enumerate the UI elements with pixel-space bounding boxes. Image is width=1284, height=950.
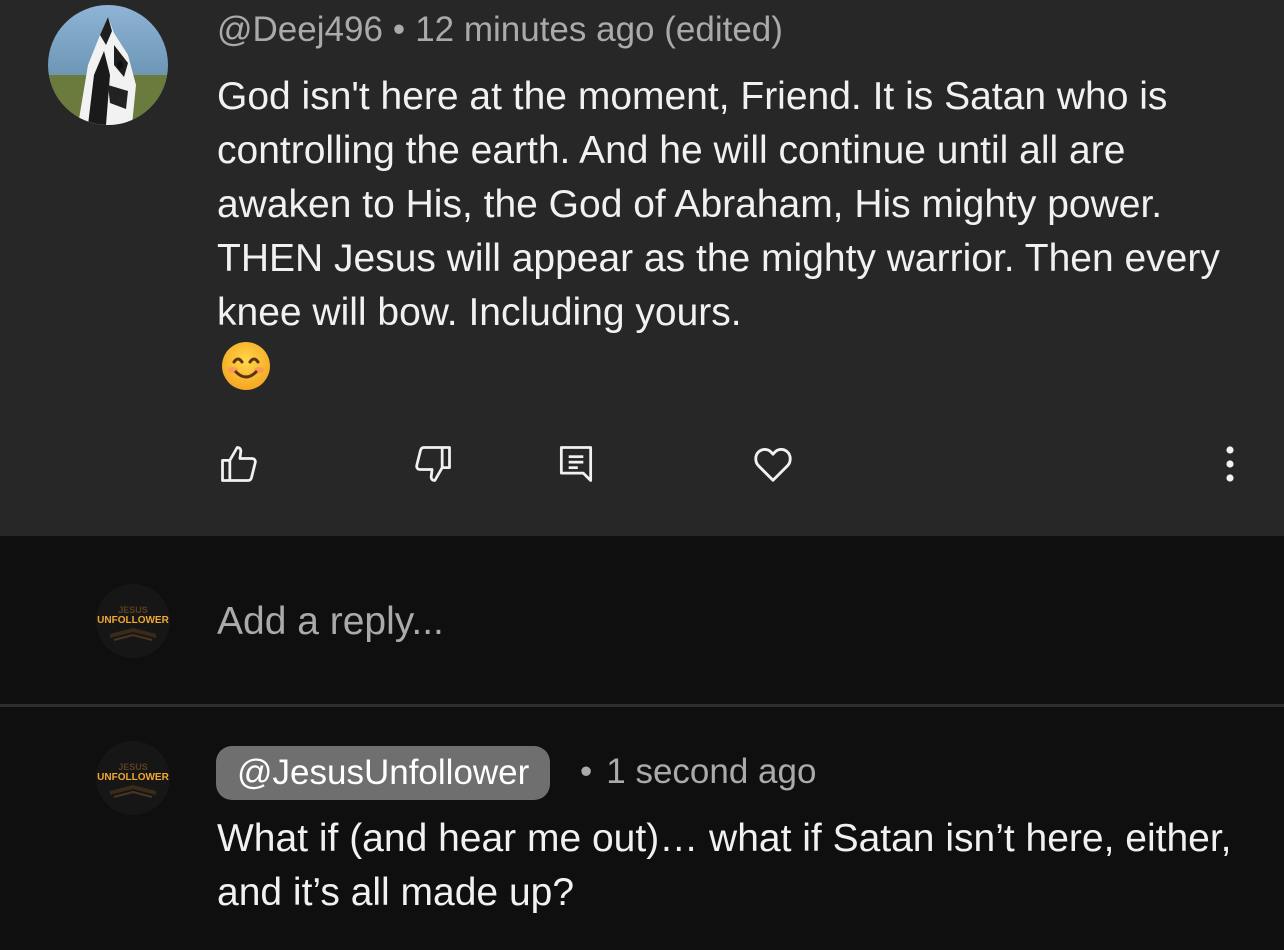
comment-card: @Deej496 • 12 minutes ago (edited) God isn… (0, 0, 1284, 536)
reply-author-handle[interactable]: @JesusUnfollower (216, 746, 551, 800)
meta-separator: • (580, 752, 593, 791)
reply-input-bar: JESUS UNFOLLOWER (0, 536, 1284, 704)
user-avatar[interactable] (48, 5, 168, 125)
svg-text:JESUS: JESUS (118, 762, 148, 772)
reply-meta: • 1 second ago (580, 752, 816, 792)
horse-avatar-image (48, 5, 168, 125)
heart-icon (754, 448, 792, 482)
comment-text: God isn't here at the moment, Friend. It… (217, 75, 1220, 334)
jesus-unfollower-logo: JESUS UNFOLLOWER (96, 741, 170, 815)
reply-comment-icon (559, 446, 593, 482)
comment-timestamp: 12 minutes ago (edited) (415, 10, 783, 49)
more-vertical-icon (1226, 446, 1234, 482)
comment-author[interactable]: @Deej496 (217, 10, 383, 49)
reply-author-avatar[interactable]: JESUS UNFOLLOWER (96, 741, 170, 815)
reply-input[interactable]: Add a reply... (217, 600, 444, 644)
smiling-face-emoji (220, 340, 272, 392)
svg-text:UNFOLLOWER: UNFOLLOWER (97, 772, 169, 783)
dislike-button[interactable] (409, 440, 457, 488)
section-divider (0, 704, 1284, 707)
svg-text:UNFOLLOWER: UNFOLLOWER (97, 615, 169, 626)
more-options-button[interactable] (1206, 440, 1254, 488)
reply-text: What if (and hear me out)… what if Satan… (217, 817, 1232, 914)
reply-timestamp: 1 second ago (606, 752, 817, 791)
heart-button[interactable] (749, 440, 797, 488)
meta-separator: • (392, 10, 406, 49)
svg-text:JESUS: JESUS (118, 605, 148, 615)
jesus-unfollower-logo: JESUS UNFOLLOWER (96, 584, 170, 658)
thumbs-up-icon (221, 446, 257, 482)
channel-avatar: JESUS UNFOLLOWER (96, 584, 170, 658)
thumbs-down-icon (415, 446, 451, 482)
like-button[interactable] (215, 440, 263, 488)
reply-button[interactable] (552, 440, 600, 488)
comment-meta: @Deej496 • 12 minutes ago (edited) (217, 10, 783, 50)
